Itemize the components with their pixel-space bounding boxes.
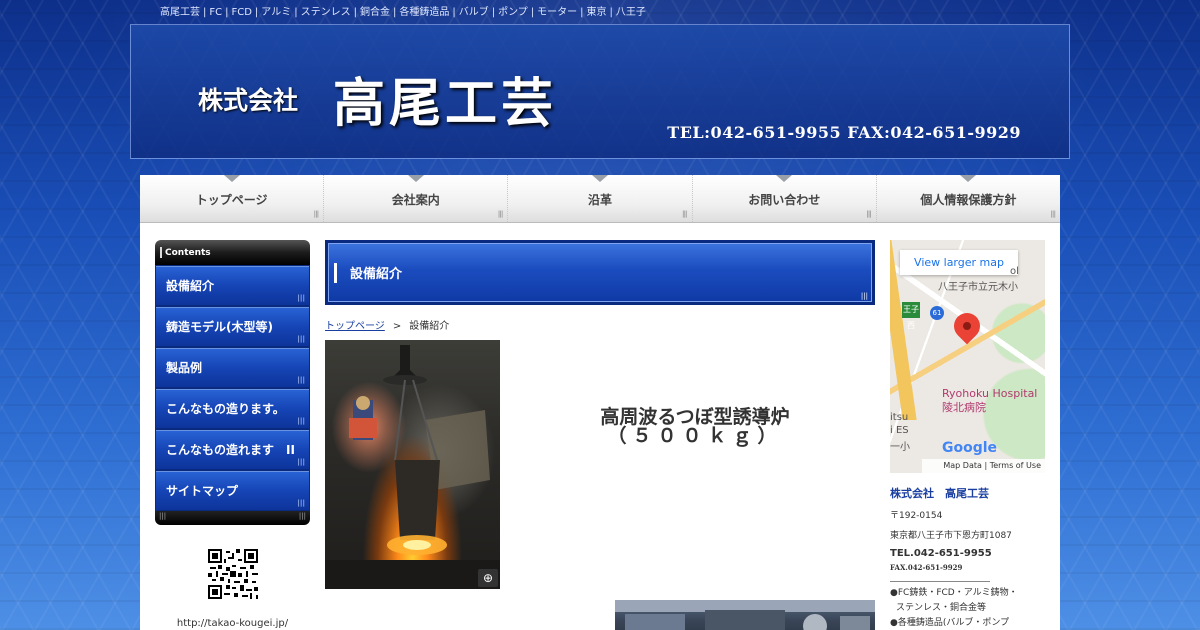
second-photo-art xyxy=(615,600,875,630)
sidebar-item-we-can-make-2[interactable]: こんなもの造れます II ||| xyxy=(155,429,310,470)
topnav-item[interactable]: バルブ xyxy=(459,7,489,18)
topnav-item[interactable]: モーター xyxy=(537,7,577,18)
sidebar-item-products[interactable]: 製品例 ||| xyxy=(155,347,310,388)
sidebar: Contents 設備紹介 ||| 鋳造モデル(木型等) ||| 製品例 ||| こん… xyxy=(155,240,310,525)
company-info: 株式会社 高尾工芸 〒192-0154 東京都八王子市下恩方町1087 TEL.… xyxy=(890,485,1050,630)
info-fax: FAX.042-651-9929 xyxy=(890,563,963,572)
map-attribution: Map Data | Terms of Use xyxy=(922,459,1045,473)
top-keyword-nav: 高尾工芸 | FC | FCD | アルミ | ステンレス | 銅合金 | 各種鋳造品 | バルブ | ポンプ |… xyxy=(160,7,646,18)
topnav-item[interactable]: 八王子 xyxy=(616,7,646,18)
map-label-hospital-ja: 陵北病院 xyxy=(942,401,986,414)
breadcrumb-home-link[interactable]: トップページ xyxy=(325,321,385,332)
info-note-1: ●FC鋳鉄・FCD・アルミ鋳物・ xyxy=(890,588,1018,598)
map-label-school: 八王子市立元木小 xyxy=(938,282,1018,293)
site-header: 株式会社 高尾工芸 TEL:042-651-9955 FAX:042-651-9… xyxy=(130,24,1070,159)
site-url: http://takao-kougei.jp/ xyxy=(176,618,289,629)
topnav-item[interactable]: アルミ xyxy=(261,7,291,18)
map-label-left2: i ES xyxy=(890,425,909,436)
breadcrumb-current: 設備紹介 xyxy=(409,321,450,332)
photo-caption: 高周波るつぼ型誘導炉 （５００ｋｇ） xyxy=(540,408,850,446)
furnace-photo[interactable]: ⊕ xyxy=(325,340,500,589)
dots-decoration: ||| xyxy=(497,210,504,218)
topnav-item[interactable]: 東京 xyxy=(587,7,607,18)
sidebar-item-equipment[interactable]: 設備紹介 ||| xyxy=(155,265,310,306)
gnav-item-contact[interactable]: お問い合わせ ||| xyxy=(693,175,877,222)
topnav-item[interactable]: 銅合金 xyxy=(360,7,390,18)
sidebar-item-sitemap[interactable]: サイトマップ ||| xyxy=(155,470,310,511)
dots-decoration: ||| xyxy=(1050,210,1056,218)
info-address: 東京都八王子市下恩方町1087 xyxy=(890,531,1012,541)
furnace-photo-art xyxy=(325,345,500,589)
content-wrapper: トップページ ||| 会社案内 ||| 沿革 ||| お問い合わせ ||| 個人情報保護… xyxy=(140,175,1060,630)
company-prefix: 株式会社 xyxy=(198,86,299,115)
dots-decoration: ||| xyxy=(681,210,688,218)
sidebar-footer: ||| ||| xyxy=(155,511,310,525)
map-pin-icon[interactable] xyxy=(948,307,986,345)
page-title: 設備紹介 xyxy=(350,267,403,282)
gnav-item-history[interactable]: 沿革 ||| xyxy=(508,175,693,222)
zoom-in-icon[interactable]: ⊕ xyxy=(478,569,498,587)
header-contact: TEL:042-651-9955 FAX:042-651-9929 xyxy=(667,123,1021,142)
topnav-item[interactable]: ステンレス xyxy=(301,7,351,18)
qr-code xyxy=(208,549,258,599)
topnav-item[interactable]: FC xyxy=(209,7,222,18)
gnav-item-company[interactable]: 会社案内 ||| xyxy=(324,175,509,222)
topnav-item[interactable]: 高尾工芸 xyxy=(160,7,200,18)
google-map[interactable]: View larger map ol 八王子市立元木小 王子西 61 Ryoho… xyxy=(890,240,1045,473)
google-logo: Google xyxy=(942,440,998,456)
map-label-top: ol xyxy=(1010,266,1019,277)
dots-decoration: ||| xyxy=(313,210,320,218)
info-divider xyxy=(890,581,990,582)
caption-line2: （５００ｋｇ） xyxy=(607,425,783,447)
page-heading: 設備紹介 ||| xyxy=(325,240,875,305)
map-data-link[interactable]: Map Data xyxy=(943,461,982,470)
info-tel: TEL.042-651-9955 xyxy=(890,548,992,559)
info-zip: 〒192-0154 xyxy=(890,511,943,521)
second-photo[interactable] xyxy=(615,600,875,630)
map-station-label: 王子西 xyxy=(902,302,920,330)
gnav-item-privacy[interactable]: 個人情報保護方針 ||| xyxy=(877,175,1060,222)
main-content: 設備紹介 ||| トップページ > 設備紹介 ⊕ 高周波るつぼ型誘導炉 （５００… xyxy=(325,240,875,630)
topnav-item[interactable]: FCD xyxy=(231,7,251,18)
map-label-left1: itsu xyxy=(890,412,909,423)
info-note-2: ステンレス・銅合金等 xyxy=(896,603,987,613)
view-larger-map-link[interactable]: View larger map xyxy=(900,250,1018,275)
map-label-left3: 一小 xyxy=(890,442,910,453)
topnav-item[interactable]: ポンプ xyxy=(498,7,528,18)
company-logo-name[interactable]: 高尾工芸 xyxy=(333,61,557,136)
gnav-item-top[interactable]: トップページ ||| xyxy=(140,175,325,222)
topnav-item[interactable]: 各種鋳造品 xyxy=(399,7,449,18)
sidebar-item-casting-model[interactable]: 鋳造モデル(木型等) ||| xyxy=(155,306,310,347)
right-column: View larger map ol 八王子市立元木小 王子西 61 Ryoho… xyxy=(890,240,1050,630)
global-nav: トップページ ||| 会社案内 ||| 沿革 ||| お問い合わせ ||| 個人情報保護… xyxy=(140,175,1060,223)
info-note-3: ●各種鋳造品(バルブ・ポンプ xyxy=(890,618,1010,628)
sidebar-item-we-make[interactable]: こんなもの造ります。 ||| xyxy=(155,388,310,429)
breadcrumb: トップページ > 設備紹介 xyxy=(325,321,450,332)
info-notes: ●FC鋳鉄・FCD・アルミ鋳物・ ステンレス・銅合金等 ●各種鋳造品(バルブ・ポ… xyxy=(890,586,1050,630)
dots-decoration: ||| xyxy=(866,210,872,218)
info-company-name: 株式会社 高尾工芸 xyxy=(890,487,989,500)
route-61-icon: 61 xyxy=(930,306,944,320)
terms-of-use-link[interactable]: Terms of Use xyxy=(990,461,1041,470)
sidebar-header: Contents xyxy=(155,240,310,265)
